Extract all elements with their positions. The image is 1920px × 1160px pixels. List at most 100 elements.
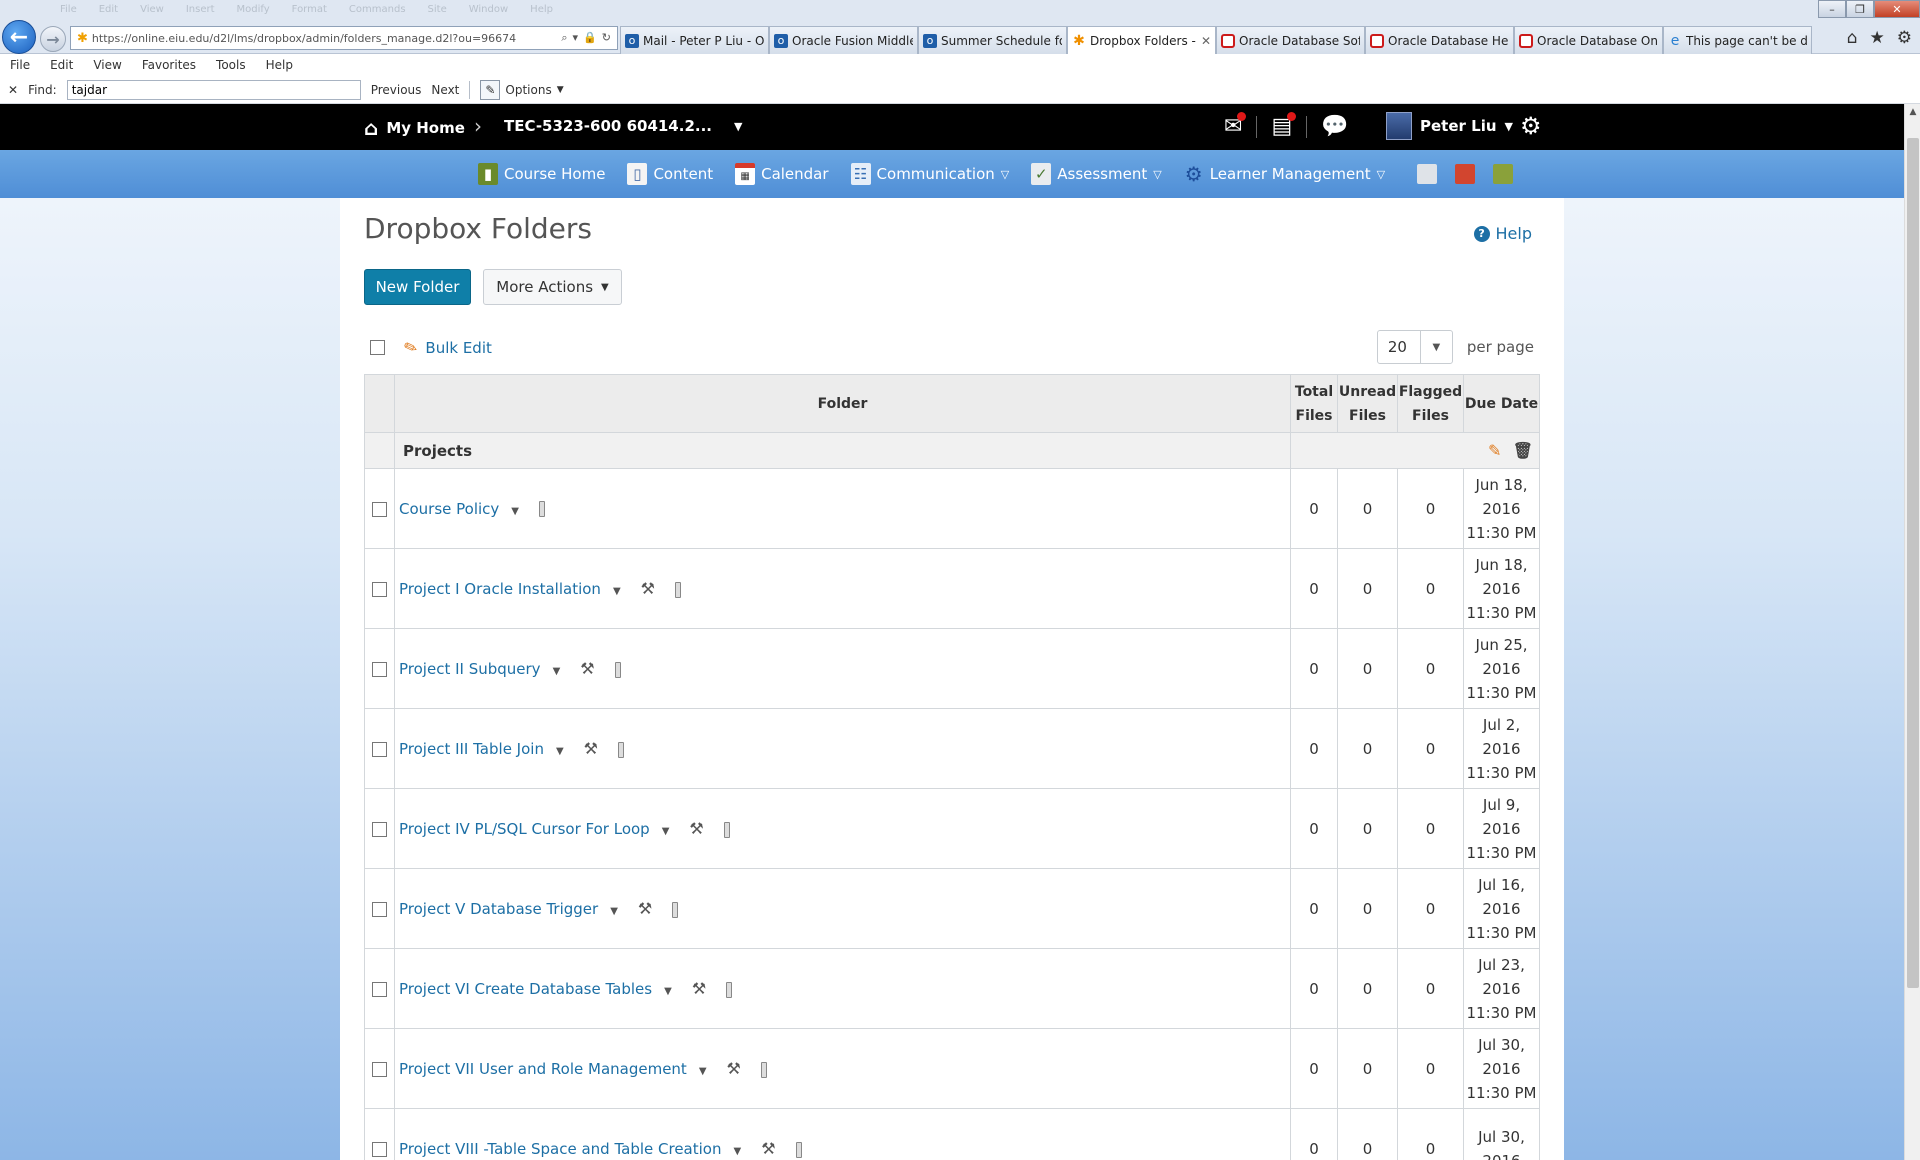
nav-communication[interactable]: ☷ Communication ▽ [850, 163, 1009, 185]
find-input[interactable] [66, 79, 361, 100]
browser-tab[interactable]: Oracle Database Soft... [1216, 26, 1365, 54]
context-menu-chevron-icon[interactable]: ▼ [511, 506, 519, 517]
folder-link[interactable]: Project IV PL/SQL Cursor For Loop [399, 820, 650, 838]
row-checkbox[interactable] [372, 1061, 387, 1077]
tools-icon[interactable]: ⚒ [689, 819, 703, 838]
gear-icon[interactable]: ⚙ [1520, 112, 1542, 140]
address-bar[interactable]: ✱ https://online.eiu.edu/d2l/lms/dropbox… [70, 26, 618, 50]
forward-button[interactable]: → [40, 26, 66, 52]
folder-link[interactable]: Project V Database Trigger [399, 900, 598, 918]
nav-content[interactable]: ▯ Content [627, 163, 713, 185]
restriction-icon[interactable] [672, 901, 679, 918]
menu-edit[interactable]: Edit [50, 58, 73, 72]
tools-icon[interactable]: ⚒ [584, 739, 598, 758]
favorites-star-icon[interactable]: ★ [1870, 28, 1885, 48]
context-menu-chevron-icon[interactable]: ▼ [610, 906, 618, 917]
restriction-icon[interactable] [674, 581, 681, 598]
browser-tab[interactable]: e This page can't be di... [1663, 26, 1812, 54]
find-next-button[interactable]: Next [431, 83, 459, 97]
nav-calendar[interactable]: ▦ Calendar [735, 163, 829, 185]
browser-tab-active[interactable]: ✱ Dropbox Folders -... ✕ [1067, 26, 1216, 55]
scroll-thumb[interactable] [1907, 138, 1919, 988]
context-menu-chevron-icon[interactable]: ▼ [553, 666, 561, 677]
course-selector[interactable]: TEC-5323-600 60414.2... ▼ [504, 117, 742, 135]
per-page-select[interactable]: 20 ▼ [1376, 330, 1453, 364]
page-scrollbar[interactable]: ▲ [1904, 104, 1920, 1160]
grades-icon[interactable] [1417, 164, 1438, 184]
nav-learner-management[interactable]: ⚙ Learner Management ▽ [1184, 162, 1385, 186]
message-alerts-icon[interactable]: ✉ [1224, 112, 1247, 139]
restriction-icon[interactable] [618, 741, 625, 758]
restriction-icon[interactable] [760, 1061, 767, 1078]
select-all-checkbox[interactable] [370, 340, 385, 355]
browser-tab[interactable]: Oracle Database Hel... [1365, 26, 1514, 54]
browser-tab[interactable]: o Mail - Peter P Liu - O... [620, 26, 769, 54]
row-checkbox[interactable] [372, 741, 387, 757]
more-actions-button[interactable]: More Actions ▼ [483, 269, 622, 305]
folder-link[interactable]: Project VI Create Database Tables [399, 980, 652, 998]
tools-icon[interactable]: ⚒ [638, 899, 652, 918]
close-window-button[interactable]: ✕ [1874, 0, 1920, 18]
lock-icon[interactable]: 🔒 [583, 31, 597, 45]
row-checkbox[interactable] [372, 981, 387, 997]
menu-file[interactable]: File [10, 58, 30, 72]
row-checkbox[interactable] [372, 821, 387, 837]
search-icon[interactable]: ⌕ [561, 31, 567, 45]
restriction-icon[interactable] [795, 1141, 802, 1158]
subscription-alerts-icon[interactable]: 💬 [1321, 114, 1348, 139]
context-menu-chevron-icon[interactable]: ▼ [556, 746, 564, 757]
row-checkbox[interactable] [372, 901, 387, 917]
chevron-down-icon[interactable]: ▾ [573, 31, 579, 45]
context-menu-chevron-icon[interactable]: ▼ [733, 1146, 741, 1157]
restriction-icon[interactable] [726, 981, 733, 998]
restriction-icon[interactable] [539, 501, 545, 517]
folder-link[interactable]: Project VII User and Role Management [399, 1060, 687, 1078]
folder-link[interactable]: Project I Oracle Installation [399, 580, 601, 598]
row-checkbox[interactable] [372, 501, 387, 517]
context-menu-chevron-icon[interactable]: ▼ [662, 826, 670, 837]
address-url[interactable]: https://online.eiu.edu/d2l/lms/dropbox/a… [92, 32, 557, 45]
row-checkbox[interactable] [372, 581, 387, 597]
user-menu[interactable]: Peter Liu ▼ [1386, 112, 1513, 140]
context-menu-chevron-icon[interactable]: ▼ [664, 986, 672, 997]
nav-course-home[interactable]: ▮ Course Home [478, 163, 605, 185]
close-find-icon[interactable]: ✕ [8, 83, 18, 97]
notebook-icon[interactable] [1493, 164, 1514, 184]
settings-gear-icon[interactable]: ⚙ [1897, 28, 1912, 48]
minimize-button[interactable]: – [1818, 0, 1846, 18]
folder-link[interactable]: Course Policy [399, 500, 499, 518]
restore-button[interactable]: ❐ [1846, 0, 1874, 18]
header-folder[interactable]: Folder [394, 374, 1291, 433]
delete-category-trash-icon[interactable]: 🗑 [1513, 441, 1533, 460]
menu-favorites[interactable]: Favorites [142, 58, 196, 72]
home-icon[interactable]: ⌂ [1847, 28, 1858, 48]
tools-icon[interactable]: ⚒ [580, 659, 594, 678]
tools-icon[interactable]: ⚒ [761, 1139, 775, 1158]
tools-icon[interactable]: ⚒ [727, 1059, 741, 1078]
browser-tab[interactable]: Oracle Database Onli... [1514, 26, 1663, 54]
find-previous-button[interactable]: Previous [371, 83, 422, 97]
close-tab-icon[interactable]: ✕ [1201, 34, 1211, 48]
toolbox-icon[interactable] [1455, 164, 1476, 184]
nav-assessment[interactable]: ✓ Assessment ▽ [1031, 163, 1162, 185]
edit-category-pencil-icon[interactable]: ✎ [1488, 441, 1501, 460]
browser-tab[interactable]: o Oracle Fusion Middle... [769, 26, 918, 54]
help-link[interactable]: ? Help [1473, 224, 1532, 243]
row-checkbox[interactable] [372, 661, 387, 677]
menu-view[interactable]: View [93, 58, 121, 72]
bulk-edit-button[interactable]: ✎ Bulk Edit [401, 336, 492, 358]
tools-icon[interactable]: ⚒ [641, 579, 655, 598]
update-alerts-icon[interactable]: ▤ [1271, 112, 1297, 139]
menu-help[interactable]: Help [266, 58, 293, 72]
my-home-link[interactable]: ⌂ My Home [364, 116, 465, 140]
refresh-icon[interactable]: ↻ [602, 31, 611, 45]
context-menu-chevron-icon[interactable]: ▼ [699, 1066, 707, 1077]
context-menu-chevron-icon[interactable]: ▼ [613, 586, 621, 597]
find-options-button[interactable]: ✎ Options ▼ [480, 79, 564, 100]
new-folder-button[interactable]: New Folder [364, 269, 471, 305]
folder-link[interactable]: Project VIII -Table Space and Table Crea… [399, 1140, 721, 1158]
menu-tools[interactable]: Tools [216, 58, 246, 72]
tools-icon[interactable]: ⚒ [692, 979, 706, 998]
restriction-icon[interactable] [614, 661, 621, 678]
scroll-up-icon[interactable]: ▲ [1905, 104, 1920, 120]
